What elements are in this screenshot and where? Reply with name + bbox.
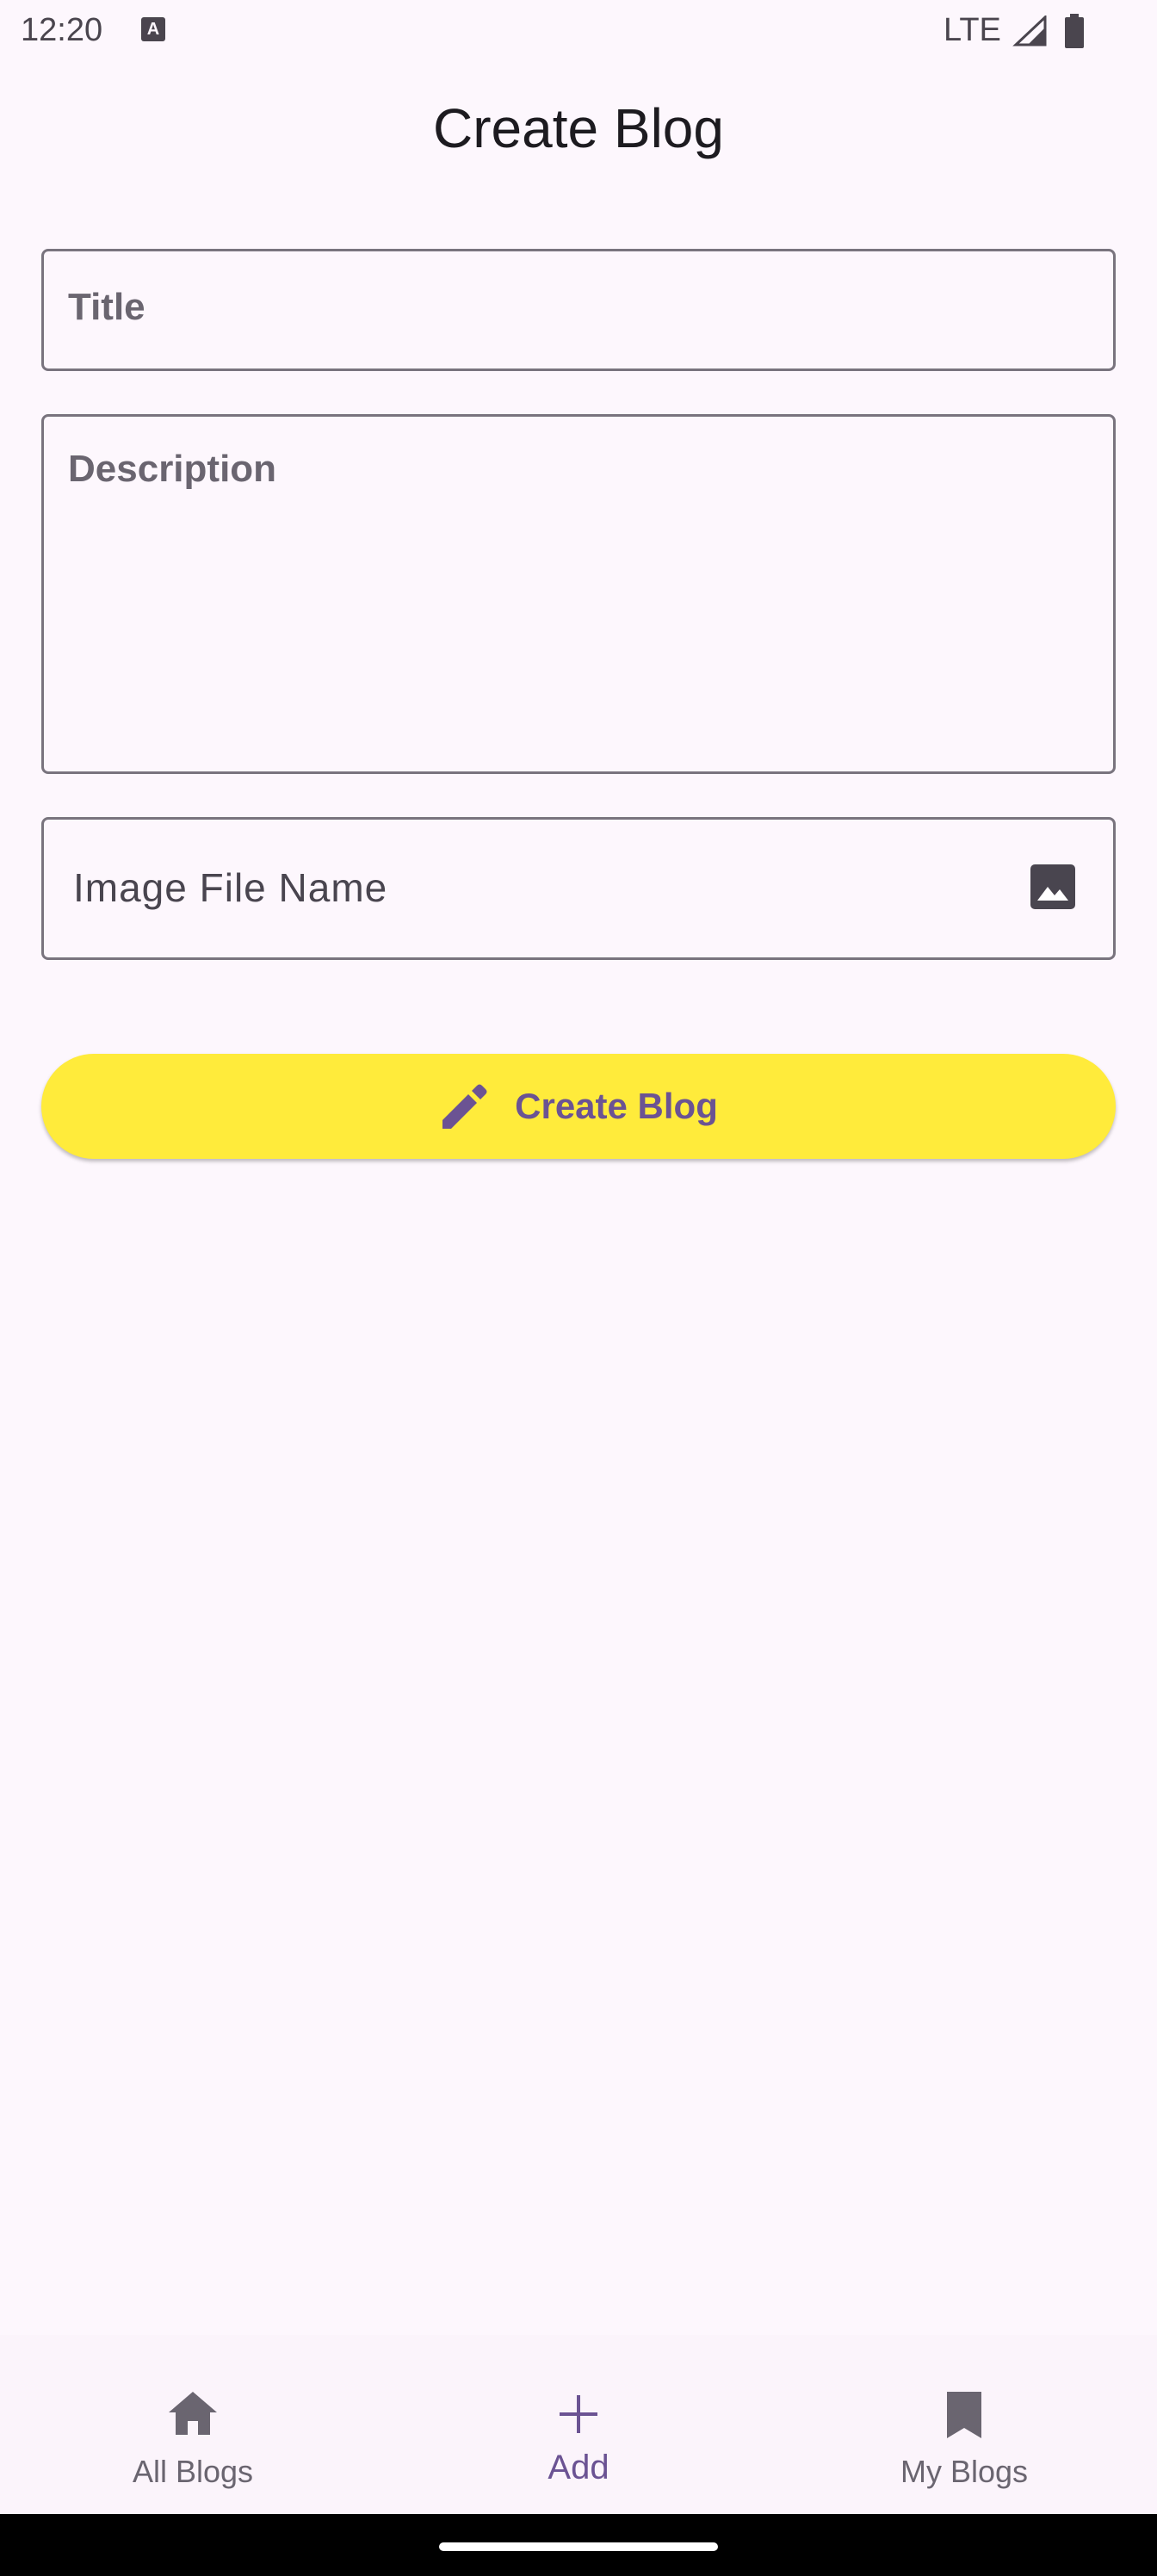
nav-label-all-blogs: All Blogs (132, 2454, 254, 2489)
image-file-field[interactable]: Image File Name (41, 817, 1116, 960)
page-title: Create Blog (433, 97, 724, 159)
network-type: LTE (944, 12, 1001, 48)
image-file-placeholder: Image File Name (73, 865, 388, 910)
nav-label-add: Add (548, 2449, 609, 2486)
home-gesture-handle[interactable] (439, 2542, 718, 2551)
gesture-navigation-bar (0, 2514, 1157, 2576)
title-placeholder: Title (68, 286, 145, 328)
battery-icon (1065, 14, 1084, 48)
home-icon (169, 2392, 217, 2435)
nav-item-add[interactable]: Add (386, 2335, 771, 2514)
plus-icon (560, 2395, 597, 2433)
title-field[interactable]: Title (41, 249, 1116, 371)
pencil-icon (442, 1084, 487, 1129)
nav-item-all-blogs[interactable]: All Blogs (0, 2335, 386, 2514)
create-blog-button[interactable]: Create Blog (41, 1054, 1116, 1159)
status-bar: 12:20 A LTE (0, 0, 1157, 62)
create-blog-button-label: Create Blog (515, 1086, 718, 1126)
status-time: 12:20 (21, 12, 103, 48)
bookmark-icon (947, 2392, 981, 2438)
description-field[interactable]: Description (41, 414, 1116, 774)
nav-label-my-blogs: My Blogs (900, 2454, 1029, 2489)
bottom-navigation: All Blogs Add My Blogs (0, 2335, 1157, 2514)
image-icon[interactable] (1029, 863, 1077, 911)
description-placeholder: Description (68, 448, 277, 490)
signal-icon (1012, 15, 1047, 46)
nav-item-my-blogs[interactable]: My Blogs (771, 2335, 1157, 2514)
notification-app-icon: A (141, 17, 165, 41)
